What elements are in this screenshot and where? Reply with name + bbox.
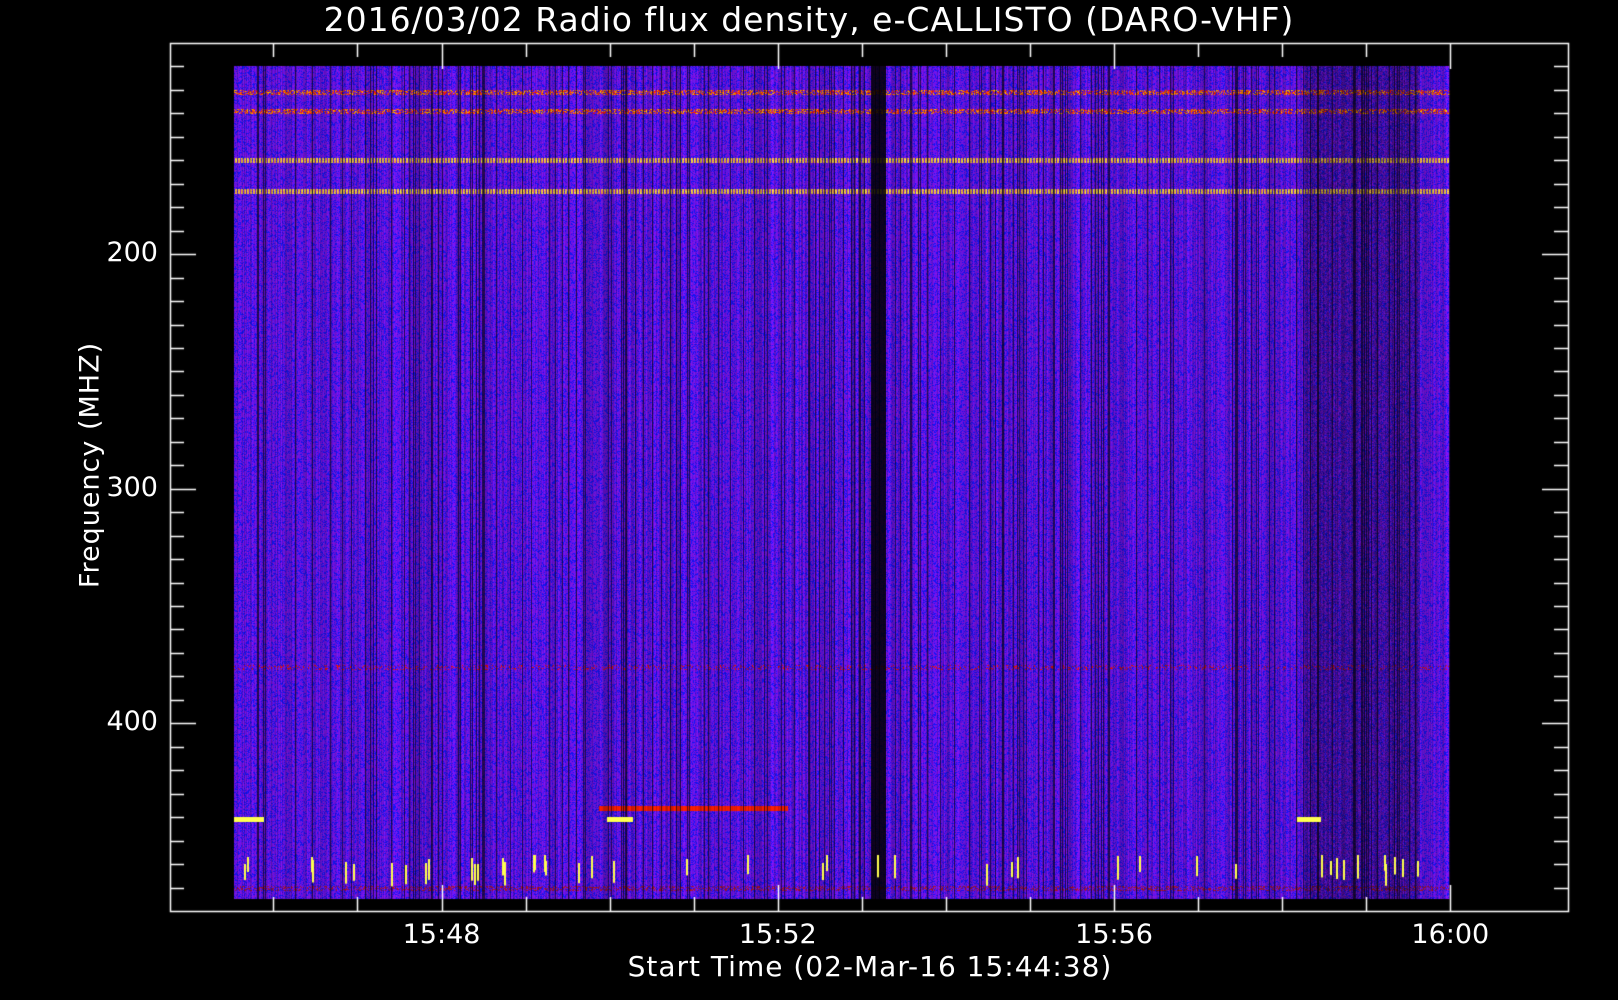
y-axis-label: Frequency (MHZ) [74, 341, 106, 589]
y-tick-label: 400 [106, 706, 158, 738]
x-tick-label: 16:00 [1411, 919, 1490, 950]
chart-title: 2016/03/02 Radio flux density, e-CALLIST… [323, 0, 1295, 39]
spectrogram-plot [0, 0, 1618, 1000]
x-tick-label: 15:56 [1075, 919, 1153, 950]
y-tick-label: 300 [106, 471, 158, 503]
x-axis-label: Start Time (02-Mar-16 15:44:38) [627, 950, 1113, 983]
x-tick-label: 15:48 [402, 919, 481, 950]
x-tick-label: 15:52 [738, 919, 817, 950]
y-tick-label: 200 [106, 237, 158, 269]
